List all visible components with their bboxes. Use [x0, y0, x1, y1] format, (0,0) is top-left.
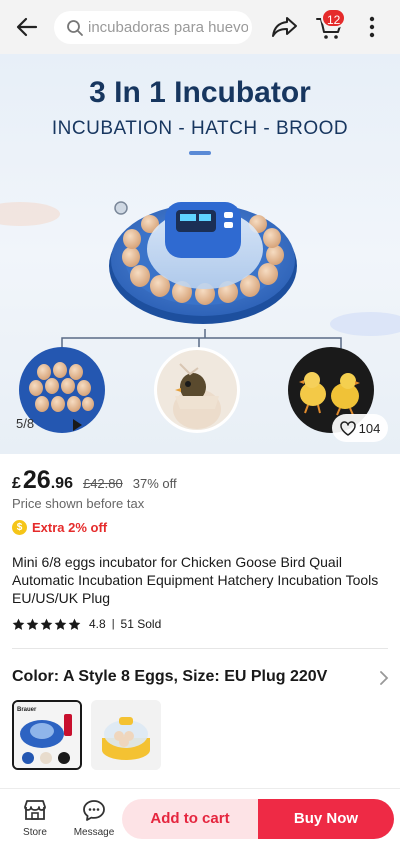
search-bar[interactable] [54, 11, 252, 44]
more-options-icon[interactable] [360, 14, 384, 40]
divider [12, 648, 388, 649]
star-icon [26, 618, 39, 630]
buy-now-button[interactable]: Buy Now [258, 799, 394, 839]
tax-note: Price shown before tax [12, 496, 145, 511]
incubator-illustration [0, 151, 400, 433]
share-icon[interactable] [270, 14, 300, 40]
chevron-right-icon[interactable] [378, 671, 390, 685]
star-rating [12, 618, 81, 631]
separator: | [111, 618, 115, 630]
star-icon [40, 618, 53, 630]
sku-option-yellow[interactable] [91, 700, 161, 770]
hero-subtitle: INCUBATION - HATCH - BROOD [51, 118, 349, 139]
store-icon [24, 800, 46, 820]
coin-icon [12, 520, 27, 535]
message-icon [83, 800, 105, 821]
thumb-brand-text: Brauer [17, 707, 37, 713]
heart-icon [339, 420, 356, 436]
price-currency: £ [12, 475, 21, 492]
product-image-carousel[interactable]: 3 In 1 Incubator INCUBATION - HATCH - BR… [0, 54, 400, 454]
wishlist-count: 104 [358, 420, 381, 436]
slide-counter: 5/8 [16, 416, 35, 431]
add-to-cart-button[interactable]: Add to cart [122, 799, 258, 839]
sku-thumbnail-image [91, 700, 161, 770]
message-button[interactable]: Message [72, 799, 116, 838]
top-bar: 12 [0, 0, 400, 54]
price-row: £ 26 .96 £42.80 37% off [12, 466, 177, 495]
star-icon [68, 618, 81, 630]
star-icon [54, 618, 67, 630]
star-icon [12, 618, 25, 630]
cart-count-badge: 12 [321, 8, 347, 28]
discount-label: 37% off [132, 476, 177, 491]
hero-title: 3 In 1 Incubator [89, 76, 311, 109]
rating-row[interactable]: 4.8 | 51 Sold [12, 617, 161, 631]
back-arrow-icon[interactable] [14, 14, 40, 40]
store-label: Store [23, 827, 47, 838]
price-integer: 26 [22, 466, 51, 494]
store-button[interactable]: Store [14, 799, 56, 838]
search-input[interactable] [88, 19, 248, 36]
sku-thumbnail-image: Brauer [14, 702, 80, 768]
original-price: £42.80 [82, 476, 123, 491]
message-label: Message [73, 827, 115, 838]
sold-count: 51 Sold [120, 617, 162, 631]
wishlist-button[interactable]: 104 [332, 414, 388, 442]
extra-discount-badge[interactable]: Extra 2% off [12, 520, 107, 535]
sku-selection-label[interactable]: Color: A Style 8 Eggs, Size: EU Plug 220… [12, 668, 327, 686]
extra-discount-label: Extra 2% off [32, 520, 108, 535]
sku-option-a-style-8-eggs[interactable]: Brauer [12, 700, 82, 770]
search-icon [67, 19, 83, 36]
rating-value: 4.8 [89, 617, 106, 631]
bottom-action-bar: Store Message Add to cart Buy Now [0, 788, 400, 847]
product-title: Mini 6/8 eggs incubator for Chicken Goos… [12, 554, 379, 606]
price-decimal: .96 [50, 475, 73, 492]
